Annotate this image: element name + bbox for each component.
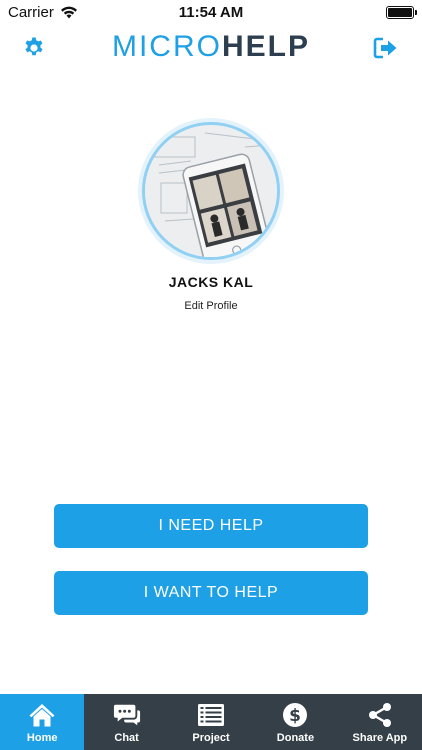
app-logo: MICROHELP xyxy=(0,30,422,64)
tab-chat-label: Chat xyxy=(114,732,139,744)
status-bar: Carrier 11:54 AM xyxy=(0,0,422,24)
battery-fill xyxy=(388,8,412,17)
dollar-icon: $ xyxy=(281,701,309,729)
tab-donate-label: Donate xyxy=(276,732,315,744)
tab-project[interactable]: Project xyxy=(169,694,253,750)
tab-bar: Home Chat Project $ Donate Share App xyxy=(0,694,422,750)
tab-project-label: Project xyxy=(192,732,230,744)
chat-icon xyxy=(113,701,141,729)
battery-icon xyxy=(386,6,417,19)
need-help-button[interactable]: I NEED HELP xyxy=(54,504,368,548)
tab-share-app[interactable]: Share App xyxy=(338,694,422,750)
project-icon xyxy=(197,701,225,729)
tab-home[interactable]: Home xyxy=(0,694,85,750)
avatar-frame xyxy=(142,122,280,260)
tab-chat[interactable]: Chat xyxy=(84,694,168,750)
app-header: MICROHELP xyxy=(0,24,422,72)
edit-profile-link[interactable]: Edit Profile xyxy=(0,300,422,312)
logo-micro: MICRO xyxy=(111,30,222,63)
logo-help: HELP xyxy=(221,30,310,63)
logout-button[interactable] xyxy=(372,34,400,62)
battery-tip xyxy=(415,10,417,15)
status-time: 11:54 AM xyxy=(178,4,244,21)
avatar-photo xyxy=(145,125,277,257)
logout-icon xyxy=(373,37,397,59)
svg-text:$: $ xyxy=(290,706,302,726)
profile-name: JACKS KAL xyxy=(168,274,254,290)
profile-avatar[interactable] xyxy=(138,118,284,264)
share-icon xyxy=(366,701,394,729)
want-to-help-button[interactable]: I WANT TO HELP xyxy=(54,571,368,615)
tab-share-app-label: Share App xyxy=(352,732,408,744)
tab-home-label: Home xyxy=(26,732,58,744)
tab-donate[interactable]: $ Donate xyxy=(253,694,337,750)
home-icon xyxy=(28,701,56,729)
